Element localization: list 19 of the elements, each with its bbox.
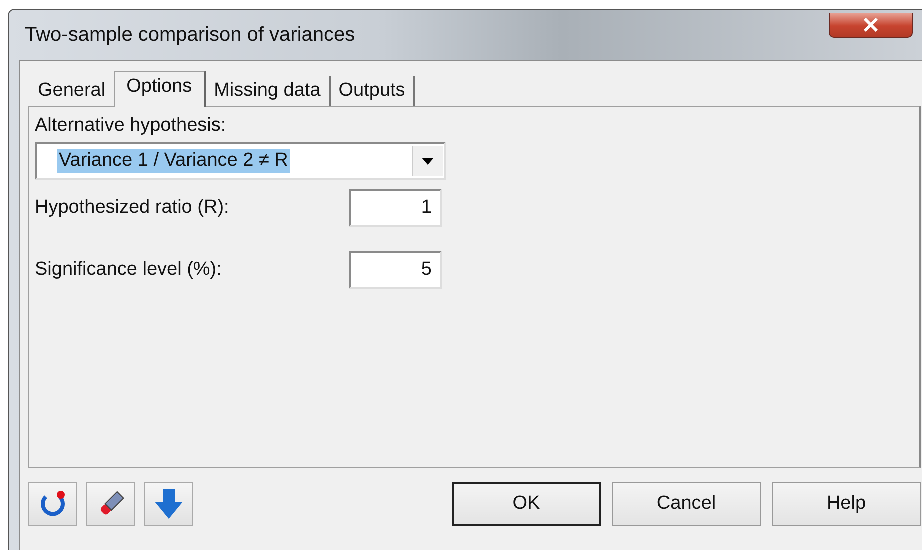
input-field[interactable]: 1 [349, 189, 442, 227]
eraser-button[interactable] [86, 482, 135, 526]
close-button[interactable] [829, 12, 913, 38]
tab[interactable]: Options [114, 71, 206, 107]
dialog-button[interactable]: Cancel [612, 482, 761, 526]
window-title: Two-sample comparison of variances [24, 24, 356, 46]
field-label: Hypothesized ratio (R): [35, 197, 230, 219]
hypothesis-dropdown[interactable]: Variance 1 / Variance 2 ≠ R [35, 142, 446, 180]
field-label: Alternative hypothesis: [35, 115, 228, 137]
down-arrow-icon [154, 488, 184, 520]
dialog-button[interactable]: Help [772, 482, 921, 526]
dropdown-arrow-icon [422, 158, 434, 164]
reset-button[interactable] [28, 482, 77, 526]
down-button[interactable] [144, 482, 193, 526]
input-field[interactable]: 5 [349, 251, 442, 289]
close-icon [863, 18, 879, 32]
dropdown-value: Variance 1 / Variance 2 ≠ R [57, 149, 290, 173]
dialog-button[interactable]: OK [452, 482, 601, 526]
field-label: Significance level (%): [35, 259, 222, 281]
